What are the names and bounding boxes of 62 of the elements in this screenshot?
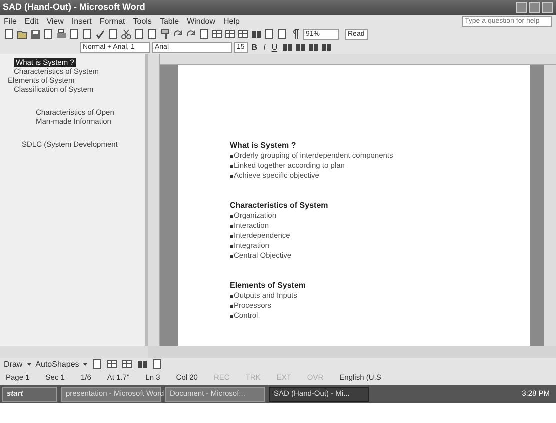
- menu-item[interactable]: Window: [187, 16, 216, 28]
- section-heading: Characteristics of System: [230, 201, 330, 211]
- bullet-icon: [230, 304, 233, 308]
- menu-item[interactable]: Help: [224, 16, 240, 28]
- format-button[interactable]: I: [262, 42, 268, 54]
- document-icon[interactable]: [82, 29, 93, 40]
- bullet-icon: [230, 234, 233, 238]
- bullet-icon: [230, 314, 233, 318]
- table-icon[interactable]: [107, 359, 118, 370]
- save-icon[interactable]: [30, 29, 41, 40]
- caret-icon[interactable]: [26, 363, 32, 366]
- table-icon[interactable]: [238, 29, 249, 40]
- menu-item[interactable]: Edit: [24, 16, 39, 28]
- document-icon[interactable]: [69, 29, 80, 40]
- table-icon[interactable]: [122, 359, 134, 370]
- caret-icon[interactable]: [83, 363, 88, 366]
- horizontal-scrollbar[interactable]: [148, 346, 556, 358]
- window-title: SAD (Hand-Out) - Microsoft Word: [3, 0, 146, 14]
- bullet-icon: [230, 254, 233, 258]
- bullet-icon: [230, 154, 233, 158]
- menu-item[interactable]: File: [4, 16, 17, 28]
- format-button[interactable]: U: [270, 42, 280, 54]
- menu-item[interactable]: Tools: [133, 16, 152, 28]
- document-icon[interactable]: [108, 29, 119, 40]
- printer-icon[interactable]: [56, 29, 67, 40]
- menu-item[interactable]: View: [46, 16, 64, 28]
- autoshapes-menu[interactable]: AutoShapes: [36, 358, 80, 370]
- menu-item[interactable]: Format: [100, 16, 126, 28]
- document-icon[interactable]: [43, 29, 54, 40]
- document-icon[interactable]: [264, 29, 275, 40]
- document-icon[interactable]: [147, 29, 158, 40]
- document-icon[interactable]: [152, 359, 164, 370]
- section-heading: Elements of System: [230, 281, 308, 291]
- bullet-icon: [230, 294, 233, 298]
- brush-icon[interactable]: [160, 29, 171, 40]
- align-icon[interactable]: [282, 42, 293, 53]
- bullet-icon: [230, 164, 233, 168]
- align-icon[interactable]: [308, 42, 319, 53]
- menu-item[interactable]: Table: [160, 16, 180, 28]
- format-button[interactable]: B: [250, 42, 260, 54]
- map-scrollbar[interactable]: [0, 346, 148, 358]
- bullet-icon: [230, 214, 233, 218]
- menu-item[interactable]: Insert: [72, 16, 92, 28]
- bullet-icon: [230, 224, 233, 228]
- bullet-icon: [230, 174, 233, 178]
- document-icon[interactable]: [92, 359, 104, 370]
- table-icon[interactable]: [225, 29, 236, 40]
- columns-icon[interactable]: [137, 359, 148, 370]
- table-icon[interactable]: [212, 29, 223, 40]
- document-icon[interactable]: [277, 29, 288, 40]
- vertical-scrollbar[interactable]: [544, 65, 556, 346]
- document-icon[interactable]: [199, 29, 210, 40]
- align-icon[interactable]: [320, 42, 332, 53]
- columns-icon[interactable]: [251, 29, 262, 40]
- align-icon[interactable]: [294, 42, 306, 53]
- document-icon[interactable]: [134, 29, 145, 40]
- draw-menu[interactable]: Draw: [4, 358, 23, 370]
- document-icon[interactable]: [4, 29, 15, 40]
- scissors-icon[interactable]: [121, 29, 132, 40]
- bullet-icon: [230, 244, 233, 248]
- spelling-icon[interactable]: [95, 29, 106, 40]
- section-heading: What is System ?: [230, 141, 298, 151]
